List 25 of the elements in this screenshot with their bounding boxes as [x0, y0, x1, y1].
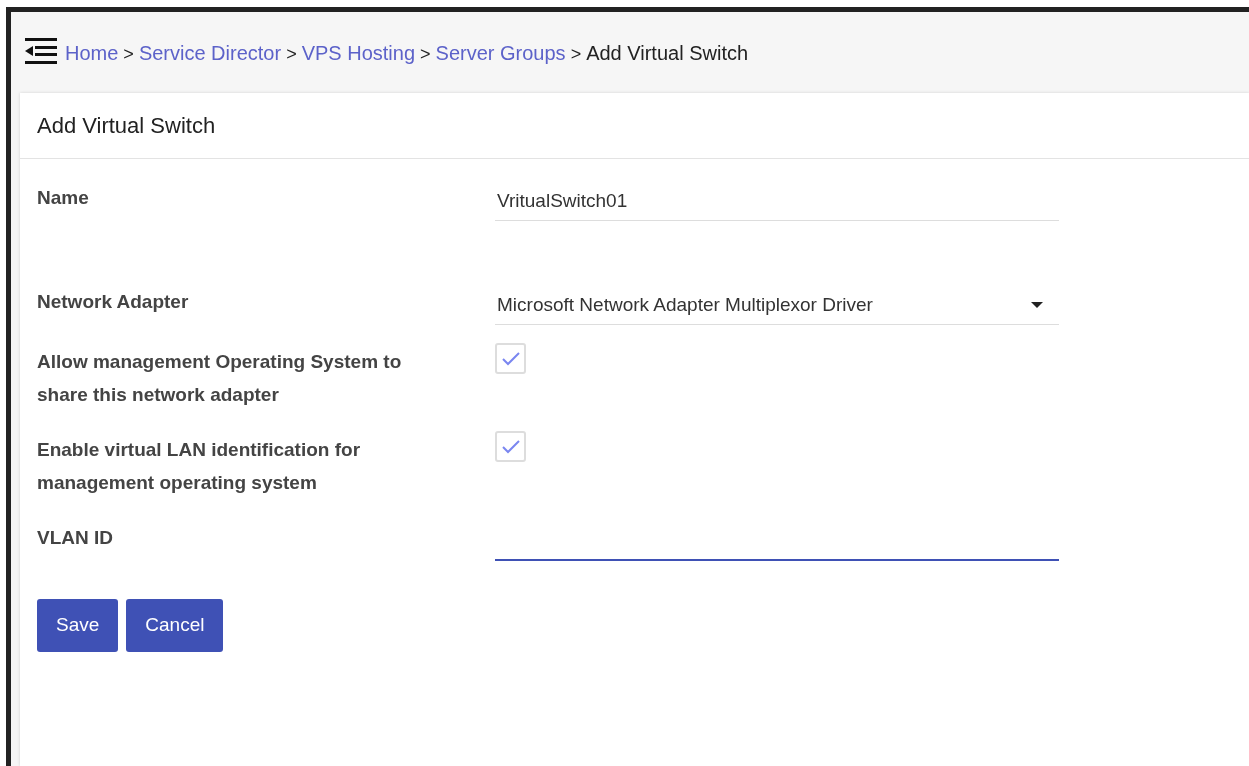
- breadcrumb-separator: >: [286, 44, 297, 64]
- breadcrumb-separator: >: [570, 44, 582, 64]
- check-icon: [501, 351, 520, 366]
- breadcrumb-link[interactable]: Server Groups: [435, 42, 566, 64]
- breadcrumb-separator: >: [123, 44, 134, 64]
- check-icon: [501, 439, 520, 454]
- input-field[interactable]: VritualSwitch01: [495, 181, 1059, 222]
- checkbox[interactable]: [495, 431, 526, 463]
- cancel-button[interactable]: Cancel: [126, 599, 224, 652]
- breadcrumb-current: Add Virtual Switch: [586, 42, 749, 64]
- field-label: Enable virtual LAN identification for management operating system: [37, 438, 362, 496]
- save-button[interactable]: Save: [37, 599, 119, 652]
- field-label: Name: [37, 186, 90, 211]
- field-label: Allow management Operating System to share this network adapter: [37, 350, 403, 408]
- field-label: Network Adapter: [37, 290, 190, 315]
- field-label: VLAN ID: [37, 526, 114, 551]
- menu-collapse-icon[interactable]: [25, 38, 57, 64]
- card-title: Add Virtual Switch: [20, 93, 1249, 160]
- select-field[interactable]: Microsoft Network Adapter Multiplexor Driver: [495, 285, 1059, 326]
- breadcrumb-link[interactable]: Service Director: [138, 42, 282, 64]
- checkbox[interactable]: [495, 343, 526, 375]
- breadcrumb-separator: >: [420, 44, 431, 64]
- caret-icon: [1031, 301, 1043, 308]
- breadcrumb-link[interactable]: Home: [65, 42, 119, 64]
- breadcrumb-link[interactable]: VPS Hosting: [301, 42, 416, 64]
